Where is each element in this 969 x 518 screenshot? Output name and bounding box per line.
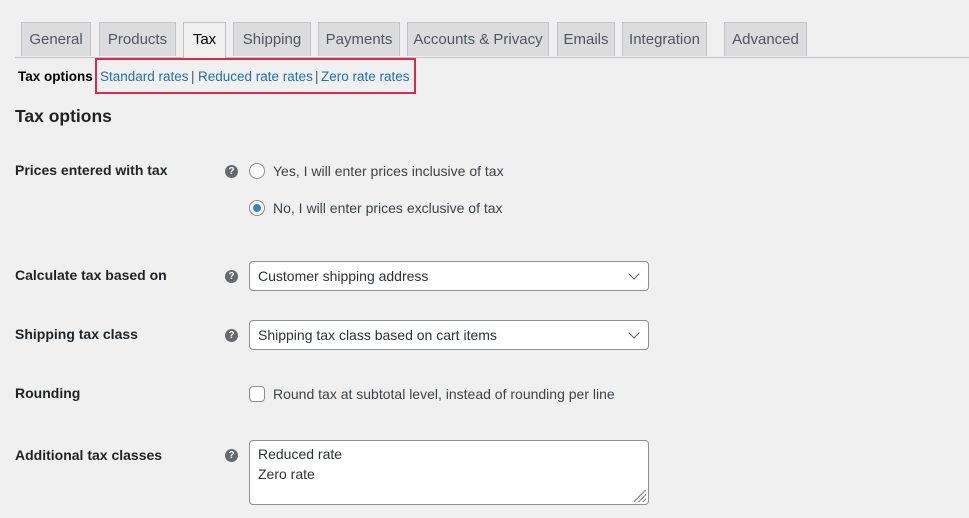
help-icon[interactable]: ? [225, 165, 238, 178]
annotation-highlight-box [95, 58, 416, 94]
radio-prices-exclusive[interactable] [249, 200, 265, 216]
rounding-checkbox-label[interactable]: Round tax at subtotal level, instead of … [273, 386, 615, 402]
tab-emails[interactable]: Emails [557, 22, 615, 56]
radio-prices-inclusive[interactable] [249, 163, 265, 179]
calculate-tax-based-on-select[interactable]: Customer shipping address [249, 261, 649, 291]
select-value: Customer shipping address [258, 268, 429, 284]
section-title: Tax options [15, 106, 112, 126]
tab-products[interactable]: Products [99, 22, 176, 56]
shipping-tax-class-select[interactable]: Shipping tax class based on cart items [249, 320, 649, 350]
textarea-line: Reduced rate [258, 446, 343, 462]
additional-tax-classes-textarea[interactable]: Reduced rate Zero rate [249, 440, 649, 505]
chevron-down-icon [628, 268, 640, 280]
rounding-checkbox[interactable] [249, 386, 265, 402]
calculate-tax-based-on-label: Calculate tax based on [15, 267, 167, 283]
tab-tax[interactable]: Tax [183, 22, 226, 58]
textarea-line: Zero rate [258, 466, 315, 482]
chevron-down-icon [628, 327, 640, 339]
tab-shipping[interactable]: Shipping [233, 22, 311, 56]
tab-advanced[interactable]: Advanced [724, 22, 807, 56]
additional-tax-classes-label: Additional tax classes [15, 447, 163, 463]
tab-payments[interactable]: Payments [318, 22, 400, 56]
radio-prices-inclusive-label[interactable]: Yes, I will enter prices inclusive of ta… [273, 163, 504, 179]
tab-accounts-privacy[interactable]: Accounts & Privacy [407, 22, 549, 56]
shipping-tax-class-label: Shipping tax class [15, 326, 138, 342]
radio-prices-exclusive-label[interactable]: No, I will enter prices exclusive of tax [273, 200, 503, 216]
help-icon[interactable]: ? [225, 449, 238, 462]
help-icon[interactable]: ? [225, 329, 238, 342]
tab-integration[interactable]: Integration [622, 22, 707, 56]
help-icon[interactable]: ? [225, 270, 238, 283]
subnav-current-tax-options: Tax options [18, 69, 93, 84]
prices-entered-with-tax-label: Prices entered with tax [15, 162, 168, 178]
settings-tabs: General Products Tax Shipping Payments A… [15, 22, 969, 58]
tab-general[interactable]: General [21, 22, 91, 56]
resize-handle-icon[interactable] [634, 490, 646, 502]
rounding-label: Rounding [15, 385, 81, 401]
select-value: Shipping tax class based on cart items [258, 327, 497, 343]
